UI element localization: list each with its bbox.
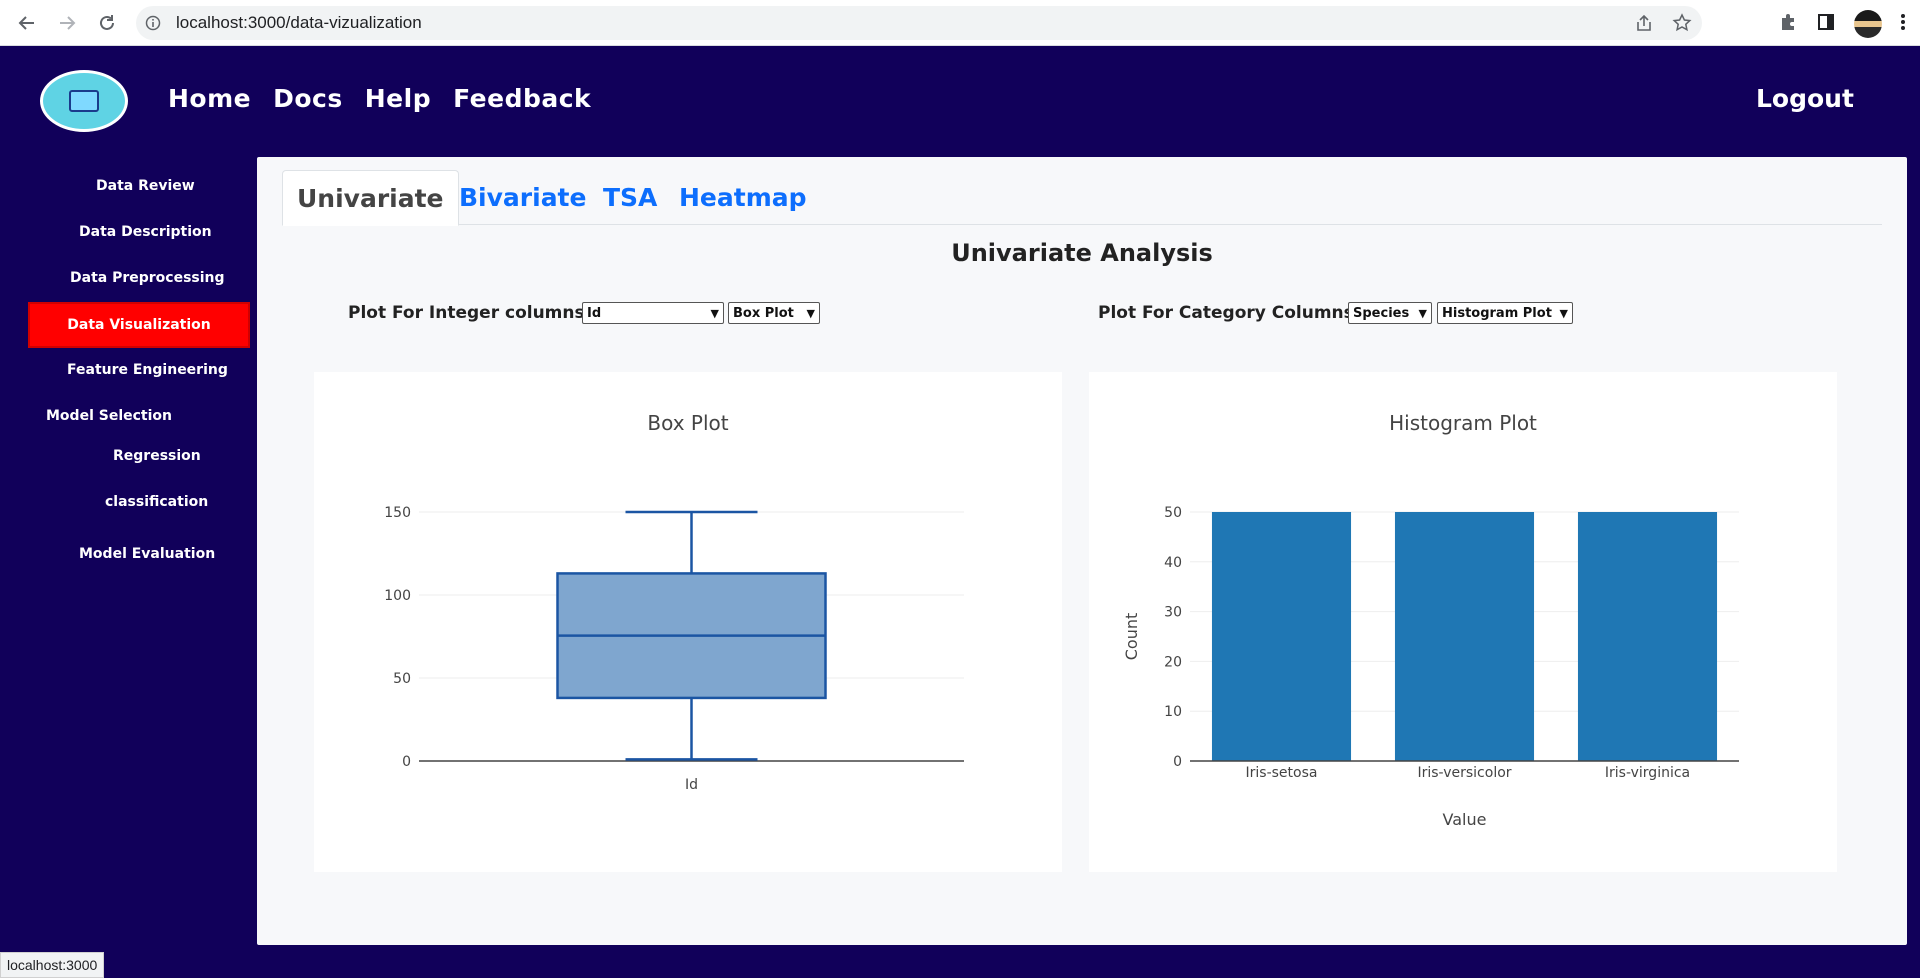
app-logo[interactable] <box>40 70 128 132</box>
chart-title: Histogram Plot <box>1389 411 1537 435</box>
y-tick-label: 10 <box>1164 704 1182 720</box>
nav-help[interactable]: Help <box>365 84 431 113</box>
extensions-icon[interactable] <box>1778 12 1798 36</box>
nav-docs[interactable]: Docs <box>273 84 343 113</box>
sidebar-item-data-description[interactable]: Data Description <box>79 224 212 240</box>
browser-menu-icon[interactable] <box>1900 12 1906 36</box>
chevron-down-icon: ▼ <box>806 306 815 320</box>
category-column-select[interactable]: Species ▼ <box>1348 302 1432 324</box>
nav-feedback[interactable]: Feedback <box>453 84 591 113</box>
category-columns-label: Plot For Category Columns:- <box>1098 303 1368 323</box>
sidebar-item-model-selection[interactable]: Model Selection <box>46 408 172 424</box>
chevron-down-icon: ▼ <box>1418 306 1427 320</box>
integer-column-select[interactable]: Id ▼ <box>582 302 724 324</box>
box-plot-card: Box Plot 0 50 100 150 Id <box>314 372 1062 872</box>
x-tick-label: Iris-setosa <box>1246 765 1318 781</box>
sidebar-item-model-evaluation[interactable]: Model Evaluation <box>79 546 215 562</box>
x-tick-label: Iris-versicolor <box>1417 765 1511 781</box>
category-plot-value: Histogram Plot <box>1442 305 1552 321</box>
y-tick-label: 0 <box>402 754 411 770</box>
nav-links: Home Docs Help Feedback <box>168 84 591 113</box>
url-text[interactable]: localhost:3000/data-vizualization <box>176 13 422 33</box>
share-icon[interactable] <box>1634 13 1654 37</box>
logo-mark <box>69 90 99 112</box>
histogram-chart[interactable]: Histogram Plot 0 10 20 30 40 50 Iris-setosa Iris… <box>1089 372 1837 872</box>
integer-plot-value: Box Plot <box>733 305 794 321</box>
section-title: Univariate Analysis <box>951 239 1213 267</box>
side-panel-icon[interactable] <box>1816 12 1836 36</box>
profile-avatar[interactable] <box>1854 10 1882 38</box>
integer-columns-label: Plot For Integer columns:- <box>348 303 599 323</box>
main-panel: Univariate Bivariate TSA Heatmap Univari… <box>257 157 1907 945</box>
histogram-bar <box>1211 512 1352 761</box>
nav-home[interactable]: Home <box>168 84 251 113</box>
tab-bar: Univariate Bivariate TSA Heatmap <box>282 170 1882 226</box>
tab-bivariate[interactable]: Bivariate <box>459 170 586 225</box>
y-tick-label: 0 <box>1173 754 1182 770</box>
chevron-down-icon: ▼ <box>1559 306 1568 320</box>
sidebar-item-label: Data Visualization <box>67 317 211 333</box>
logout-button[interactable]: Logout <box>1756 84 1854 113</box>
sidebar-item-data-preprocessing[interactable]: Data Preprocessing <box>70 270 225 286</box>
y-axis-label: Count <box>1122 613 1141 661</box>
y-tick-label: 50 <box>393 671 411 687</box>
y-tick-label: 100 <box>384 588 411 604</box>
browser-chrome: localhost:3000/data-vizualization <box>0 0 1920 46</box>
sidebar-item-data-visualization[interactable]: Data Visualization <box>28 302 250 348</box>
category-column-value: Species <box>1353 305 1410 321</box>
x-tick-label: Iris-virginica <box>1605 765 1690 781</box>
integer-column-value: Id <box>587 305 602 321</box>
tab-heatmap[interactable]: Heatmap <box>679 170 807 225</box>
reload-icon[interactable] <box>94 10 120 36</box>
top-navbar: Home Docs Help Feedback Logout <box>0 46 1920 158</box>
forward-icon[interactable] <box>54 10 80 36</box>
tab-univariate[interactable]: Univariate <box>282 170 459 226</box>
y-tick-label: 50 <box>1164 505 1182 521</box>
integer-plot-select[interactable]: Box Plot ▼ <box>728 302 820 324</box>
y-tick-label: 150 <box>384 505 411 521</box>
sidebar-item-regression[interactable]: Regression <box>113 448 201 464</box>
sidebar-item-feature-engineering[interactable]: Feature Engineering <box>67 362 228 378</box>
status-bar-url: localhost:3000 <box>0 952 105 978</box>
box-plot-chart[interactable]: Box Plot 0 50 100 150 Id <box>314 372 1062 872</box>
chart-title: Box Plot <box>647 411 728 435</box>
sidebar-item-classification[interactable]: classification <box>105 494 208 510</box>
y-tick-label: 40 <box>1164 555 1182 571</box>
y-tick-label: 20 <box>1164 654 1182 670</box>
x-axis-label: Value <box>1443 810 1487 829</box>
chevron-down-icon: ▼ <box>710 306 719 320</box>
histogram-card: Histogram Plot 0 10 20 30 40 50 Iris-setosa Iris… <box>1089 372 1837 872</box>
tab-tsa[interactable]: TSA <box>603 170 657 225</box>
category-plot-select[interactable]: Histogram Plot ▼ <box>1437 302 1573 324</box>
histogram-bar <box>1577 512 1718 761</box>
histogram-bar <box>1394 512 1535 761</box>
site-info-icon[interactable] <box>136 15 170 31</box>
address-bar[interactable]: localhost:3000/data-vizualization <box>136 6 1702 40</box>
sidebar-item-data-review[interactable]: Data Review <box>96 178 195 194</box>
bookmark-star-icon[interactable] <box>1672 13 1692 37</box>
x-tick-label: Id <box>685 777 698 793</box>
y-tick-label: 30 <box>1164 605 1182 621</box>
back-icon[interactable] <box>14 10 40 36</box>
